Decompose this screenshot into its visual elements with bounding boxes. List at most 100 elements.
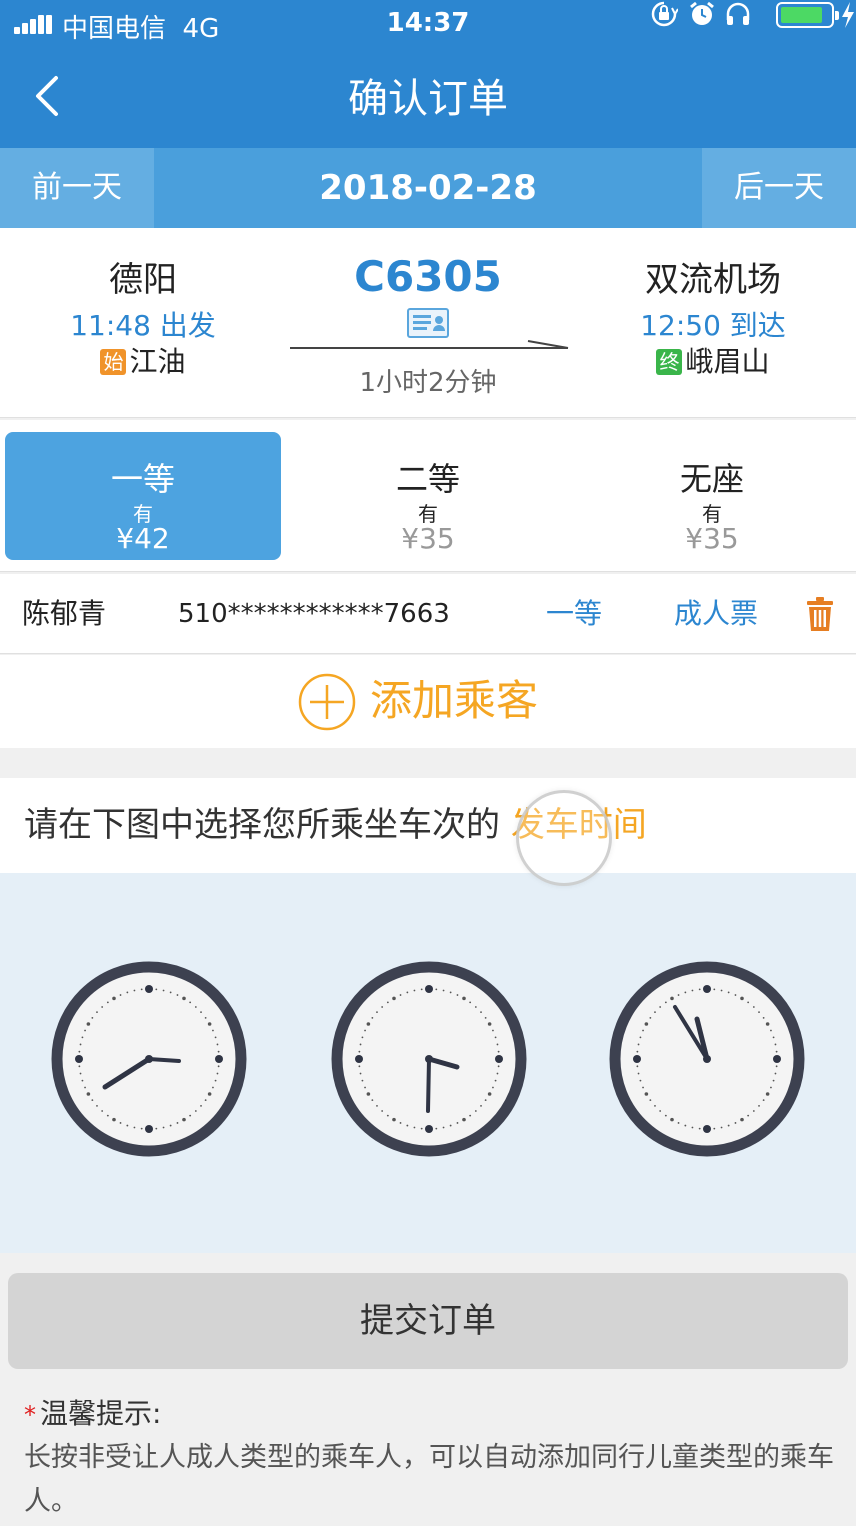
clock-tick bbox=[81, 1036, 84, 1039]
clock-option-3[interactable] bbox=[609, 961, 805, 1157]
clock-tick bbox=[642, 1029, 644, 1032]
clock-tick bbox=[758, 1104, 760, 1107]
clock-tick bbox=[474, 1006, 477, 1008]
clock-tick bbox=[492, 1086, 494, 1089]
clock-tick bbox=[637, 1043, 640, 1046]
clock-tick bbox=[84, 1029, 86, 1032]
clock-tick bbox=[487, 1092, 492, 1096]
destination-terminal-name: 峨眉山 bbox=[685, 345, 770, 378]
clock-tick bbox=[79, 1072, 82, 1075]
clock-tick bbox=[636, 1065, 639, 1068]
clock-tick bbox=[691, 1126, 694, 1129]
passenger-seat-class[interactable]: 一等 bbox=[546, 574, 602, 654]
clock-tick bbox=[101, 1006, 104, 1008]
clock-tick bbox=[182, 996, 186, 1001]
clock-tick bbox=[449, 1124, 452, 1127]
clock-tick bbox=[659, 1110, 662, 1112]
seat-price: ¥35 bbox=[685, 522, 739, 555]
clock-tick bbox=[361, 1079, 364, 1082]
clock-tick bbox=[216, 1072, 219, 1075]
clock-tick bbox=[204, 1016, 207, 1019]
clock-tick bbox=[169, 1124, 172, 1127]
clock-tick bbox=[212, 1029, 214, 1032]
clock-tick bbox=[649, 1016, 652, 1019]
passenger-id-number: 510************7663 bbox=[178, 599, 450, 629]
origin-terminal-name: 江油 bbox=[129, 345, 186, 378]
clock-tick bbox=[639, 1036, 642, 1039]
clock-tick bbox=[86, 1022, 91, 1026]
clock-tick bbox=[364, 1029, 366, 1032]
clock-tick bbox=[126, 991, 129, 994]
delete-passenger-icon[interactable] bbox=[806, 596, 834, 632]
clock-tick bbox=[644, 1022, 649, 1026]
clock-tick bbox=[386, 1114, 389, 1117]
clock-option-1[interactable] bbox=[51, 961, 247, 1157]
clock-tick bbox=[773, 1055, 781, 1063]
clock-tick bbox=[495, 1055, 503, 1063]
clock-tick bbox=[435, 988, 438, 991]
top-bar: 中国电信 4G 14:37 确认订单 bbox=[0, 0, 856, 148]
clock-tick bbox=[425, 985, 433, 993]
clock-tick bbox=[740, 996, 744, 1001]
seat-option-no-seat[interactable]: 无座 有 ¥35 bbox=[574, 432, 850, 560]
clock-tick bbox=[494, 1036, 497, 1039]
clock-tick bbox=[189, 1001, 192, 1004]
clock-tick bbox=[145, 1125, 153, 1133]
clock-tick bbox=[497, 1065, 500, 1068]
passenger-row[interactable]: 陈郁青 510************7663 一等 成人票 bbox=[0, 574, 856, 654]
clock-tick bbox=[664, 1114, 667, 1117]
clock-tick bbox=[126, 1124, 129, 1127]
clock-tick bbox=[371, 1016, 374, 1019]
passenger-ticket-type[interactable]: 成人票 bbox=[674, 574, 758, 654]
clock-tick bbox=[214, 1079, 217, 1082]
clock-tick bbox=[684, 991, 687, 994]
clock-tick bbox=[366, 1092, 371, 1096]
clock-tick bbox=[207, 1022, 212, 1026]
battery-icon bbox=[776, 2, 839, 28]
clock-tick bbox=[703, 1125, 711, 1133]
date-bar: 前一天 2018-02-28 后一天 bbox=[0, 148, 856, 228]
required-star: * bbox=[24, 1401, 36, 1429]
prev-day-button[interactable]: 前一天 bbox=[0, 148, 154, 228]
clock-tick bbox=[381, 1110, 384, 1112]
clock-tick bbox=[200, 1104, 202, 1107]
start-tag: 始 bbox=[100, 349, 127, 375]
headphones-icon bbox=[726, 2, 750, 25]
clock-tick bbox=[75, 1055, 83, 1063]
seat-option-first[interactable]: 一等 有 ¥42 bbox=[5, 432, 281, 560]
clock-tick bbox=[462, 996, 466, 1001]
clock-tick bbox=[355, 1055, 363, 1063]
clock-tick bbox=[392, 996, 396, 1001]
next-day-button[interactable]: 后一天 bbox=[702, 148, 856, 228]
clock-tick bbox=[358, 1050, 361, 1053]
clock-tick bbox=[420, 1127, 423, 1130]
clock-tick bbox=[654, 1011, 656, 1014]
clock-tick bbox=[698, 988, 701, 991]
arrival-station-name: 双流机场 bbox=[645, 260, 781, 300]
plus-circle-icon bbox=[298, 673, 356, 731]
clock-tick bbox=[677, 1122, 680, 1124]
seat-class-selector: 一等 有 ¥42 二等 有 ¥35 无座 有 ¥35 bbox=[0, 420, 856, 572]
clock-tick bbox=[484, 1099, 487, 1102]
clock-tick bbox=[713, 1127, 716, 1130]
clock-tick bbox=[752, 1006, 755, 1008]
clock-tick bbox=[212, 1086, 214, 1089]
passenger-name: 陈郁青 bbox=[22, 597, 107, 630]
clock-tick bbox=[456, 1122, 459, 1124]
rotation-lock-icon bbox=[651, 1, 678, 27]
tips-body: 长按非受让人成人类型的乘车人，可以自动添加同行儿童类型的乘车人。 bbox=[24, 1442, 834, 1517]
clock-tick bbox=[406, 1124, 409, 1127]
seat-option-second[interactable]: 二等 有 ¥35 bbox=[290, 432, 566, 560]
clock-tick bbox=[204, 1099, 207, 1102]
submit-order-button[interactable]: 提交订单 bbox=[8, 1273, 848, 1369]
clock-tick bbox=[474, 1110, 477, 1112]
clock-tick bbox=[772, 1079, 775, 1082]
clock-option-2[interactable] bbox=[331, 961, 527, 1157]
clock-tick bbox=[691, 989, 694, 992]
id-card-icon bbox=[407, 308, 449, 338]
clock-tick bbox=[420, 988, 423, 991]
clock-tick bbox=[112, 996, 116, 1001]
clock-tick bbox=[462, 1117, 466, 1122]
clock-tick bbox=[670, 1117, 674, 1122]
clock-tick bbox=[215, 1055, 223, 1063]
